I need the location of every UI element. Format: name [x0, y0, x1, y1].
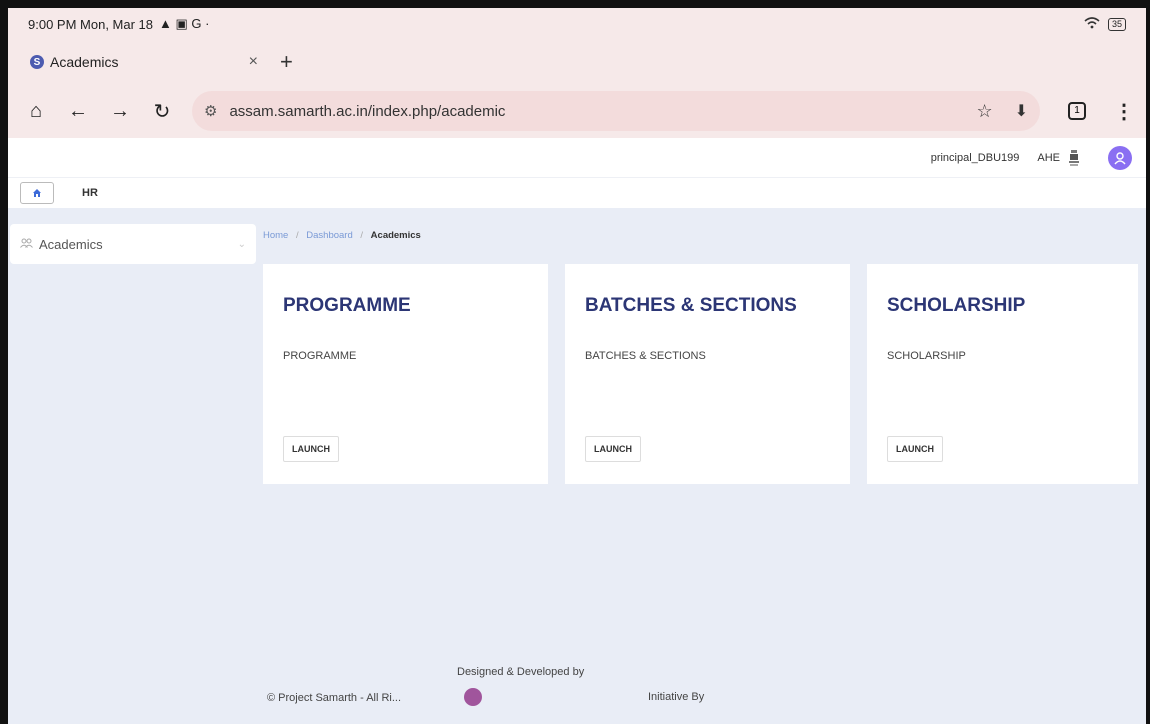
- users-icon: [20, 237, 33, 251]
- new-tab-button[interactable]: +: [280, 49, 293, 75]
- url-text: assam.samarth.ac.in/index.php/academic: [229, 102, 506, 120]
- browser-window: 9:00 PM Mon, Mar 18 ▲ ▣ G · 35 S Academi…: [8, 8, 1146, 724]
- reload-icon[interactable]: ↻: [146, 99, 178, 124]
- tab-title: Academics: [50, 54, 119, 70]
- close-tab-icon[interactable]: ×: [249, 53, 258, 71]
- breadcrumb-separator: /: [295, 230, 299, 241]
- web-page: principal_DBU199 AHE HR Academics ⌄ Home: [8, 138, 1146, 724]
- back-icon[interactable]: ←: [62, 100, 94, 123]
- status-bar: 9:00 PM Mon, Mar 18 ▲ ▣ G · 35: [8, 8, 1146, 40]
- home-button[interactable]: [20, 182, 54, 204]
- copyright-text: © Project Samarth - All Ri...: [267, 692, 402, 704]
- card-programme: PROGRAMME PROGRAMME LAUNCH: [263, 264, 548, 484]
- card-description: SCHOLARSHIP: [887, 350, 966, 362]
- status-indicators: ▲ ▣ G ·: [159, 16, 210, 31]
- favicon-icon: S: [30, 55, 44, 69]
- card-title: BATCHES & SECTIONS: [585, 295, 797, 316]
- wifi-icon: [1084, 16, 1100, 32]
- module-nav: HR: [8, 178, 1146, 208]
- developer-logo: [464, 688, 482, 706]
- username-label[interactable]: principal_DBU199: [931, 152, 1020, 164]
- sidebar-item-label: Academics: [39, 236, 103, 252]
- initiative-by-text: Initiative By: [648, 691, 705, 703]
- card-description: PROGRAMME: [283, 350, 357, 362]
- state-emblem-icon: [1068, 148, 1080, 168]
- launch-button[interactable]: LAUNCH: [887, 436, 943, 462]
- browser-tab[interactable]: S Academics ×: [20, 44, 268, 80]
- card-description: BATCHES & SECTIONS: [585, 350, 706, 362]
- card-title: SCHOLARSHIP: [887, 295, 1026, 316]
- designed-by-text: Designed & Developed by: [457, 666, 585, 678]
- home-icon[interactable]: ⌂: [20, 100, 52, 123]
- sidebar-item-academics[interactable]: Academics ⌄: [10, 224, 256, 264]
- forward-icon[interactable]: →: [104, 100, 136, 123]
- breadcrumb-separator: /: [360, 230, 364, 241]
- breadcrumb: Home / Dashboard / Academics: [263, 230, 421, 241]
- launch-button[interactable]: LAUNCH: [585, 436, 641, 462]
- download-icon[interactable]: ⬇: [1015, 101, 1028, 121]
- status-time: 9:00 PM Mon, Mar 18: [28, 16, 153, 32]
- bookmark-star-icon[interactable]: ☆: [976, 101, 992, 122]
- breadcrumb-current: Academics: [370, 230, 421, 241]
- page-footer: © Project Samarth - All Ri... Designed &…: [8, 658, 1146, 724]
- launch-button[interactable]: LAUNCH: [283, 436, 339, 462]
- site-settings-icon[interactable]: ⚙: [204, 102, 217, 120]
- org-code-label: AHE: [1037, 151, 1060, 164]
- address-toolbar: ⌂ ← → ↻ ⚙ assam.samarth.ac.in/index.php/…: [8, 84, 1146, 138]
- nav-item-hr[interactable]: HR: [82, 187, 98, 199]
- card-batches-sections: BATCHES & SECTIONS BATCHES & SECTIONS LA…: [565, 264, 850, 484]
- breadcrumb-home[interactable]: Home: [263, 230, 288, 241]
- battery-icon: 35: [1107, 17, 1126, 31]
- chevron-down-icon: ⌄: [237, 238, 246, 250]
- page-topbar: principal_DBU199 AHE: [8, 138, 1146, 178]
- tab-strip: S Academics × +: [8, 40, 1146, 84]
- card-title: PROGRAMME: [283, 295, 411, 316]
- user-avatar-icon[interactable]: [1108, 145, 1132, 170]
- menu-kebab-icon[interactable]: ⋮: [1114, 99, 1134, 124]
- breadcrumb-dashboard[interactable]: Dashboard: [306, 230, 352, 241]
- tab-switcher-button[interactable]: 1: [1068, 102, 1086, 120]
- address-bar[interactable]: ⚙ assam.samarth.ac.in/index.php/academic…: [192, 91, 1040, 131]
- card-scholarship: SCHOLARSHIP SCHOLARSHIP LAUNCH: [867, 264, 1138, 484]
